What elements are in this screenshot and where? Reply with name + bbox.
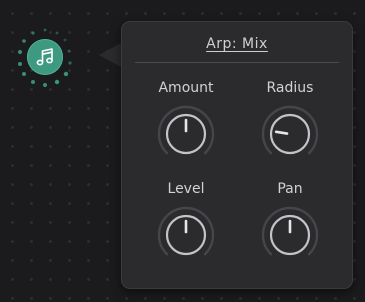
knob-label-level: Level bbox=[167, 181, 205, 197]
knob-label-pan: Pan bbox=[277, 181, 303, 197]
popover-arrow bbox=[99, 42, 123, 68]
node-core[interactable] bbox=[27, 39, 63, 75]
knob-pan: Pan bbox=[242, 181, 338, 279]
knob-label-radius: Radius bbox=[266, 80, 314, 96]
level-knob[interactable] bbox=[156, 205, 216, 265]
title-divider bbox=[135, 62, 339, 63]
radius-knob[interactable] bbox=[260, 104, 320, 164]
knob-pointer bbox=[274, 130, 289, 135]
popover-title[interactable]: Arp: Mix bbox=[122, 36, 352, 52]
knob-label-amount: Amount bbox=[158, 80, 214, 96]
knob-amount: Amount bbox=[138, 80, 234, 178]
knob-level: Level bbox=[138, 181, 234, 279]
knob-body bbox=[269, 113, 311, 155]
music-notes-icon bbox=[36, 48, 53, 66]
popover-panel: Arp: Mix Amount Radius Level Pan bbox=[121, 21, 353, 289]
arp-node[interactable] bbox=[12, 24, 78, 90]
knob-radius: Radius bbox=[242, 80, 338, 178]
amount-knob[interactable] bbox=[156, 104, 216, 164]
pan-knob[interactable] bbox=[260, 205, 320, 265]
